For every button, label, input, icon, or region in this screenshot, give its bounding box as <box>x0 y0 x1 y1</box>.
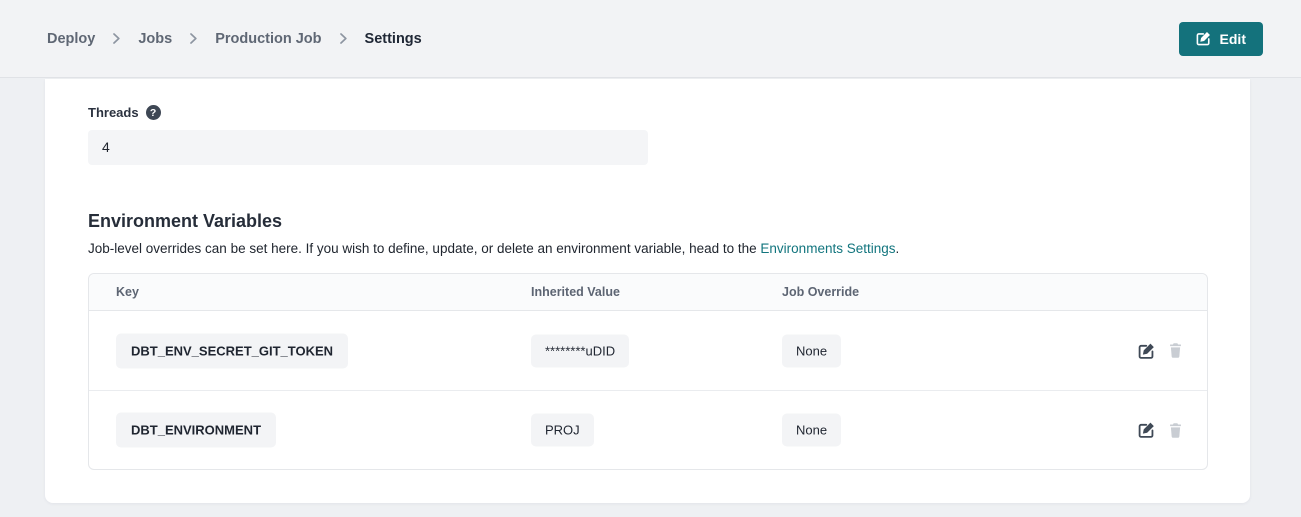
description-period: . <box>896 241 900 256</box>
table-row: DBT_ENVIRONMENT PROJ None <box>89 390 1207 469</box>
threads-label: Threads <box>88 105 139 120</box>
settings-card: Threads ? 4 Environment Variables Job-le… <box>45 79 1250 503</box>
job-override-chip: None <box>782 334 841 367</box>
inherited-value-chip: PROJ <box>531 414 594 447</box>
env-vars-table: Key Inherited Value Job Override DBT_ENV… <box>88 273 1208 470</box>
chevron-right-icon <box>190 33 197 44</box>
edit-button[interactable]: Edit <box>1179 22 1263 56</box>
pen-square-icon <box>1196 31 1211 46</box>
row-actions <box>1138 342 1183 359</box>
question-circle-icon[interactable]: ? <box>146 105 161 120</box>
breadcrumb: Deploy Jobs Production Job Settings <box>47 31 422 47</box>
inherited-value-chip: ********uDID <box>531 334 629 367</box>
top-bar: Deploy Jobs Production Job Settings Edit <box>0 0 1301 78</box>
env-vars-title: Environment Variables <box>88 211 282 232</box>
env-key-chip: DBT_ENV_SECRET_GIT_TOKEN <box>116 333 348 368</box>
threads-input: 4 <box>88 130 648 165</box>
description-text: Job-level overrides can be set here. If … <box>88 241 760 256</box>
table-header-row: Key Inherited Value Job Override <box>89 274 1207 311</box>
chevron-right-icon <box>340 33 347 44</box>
row-actions <box>1138 422 1183 439</box>
breadcrumb-item-settings: Settings <box>365 31 422 47</box>
edit-row-icon[interactable] <box>1138 422 1155 439</box>
trash-icon[interactable] <box>1168 343 1183 359</box>
job-override-chip: None <box>782 414 841 447</box>
column-header-inherited-value: Inherited Value <box>531 285 620 299</box>
breadcrumb-item-jobs[interactable]: Jobs <box>138 31 172 47</box>
edit-row-icon[interactable] <box>1138 342 1155 359</box>
chevron-right-icon <box>113 33 120 44</box>
env-vars-description: Job-level overrides can be set here. If … <box>88 241 899 256</box>
table-row: DBT_ENV_SECRET_GIT_TOKEN ********uDID No… <box>89 311 1207 390</box>
trash-icon[interactable] <box>1168 422 1183 438</box>
env-key-chip: DBT_ENVIRONMENT <box>116 413 276 448</box>
edit-button-label: Edit <box>1220 31 1246 47</box>
breadcrumb-item-production-job[interactable]: Production Job <box>215 31 321 47</box>
column-header-key: Key <box>116 285 139 299</box>
column-header-job-override: Job Override <box>782 285 859 299</box>
breadcrumb-item-deploy[interactable]: Deploy <box>47 31 95 47</box>
environments-settings-link[interactable]: Environments Settings <box>760 241 895 256</box>
